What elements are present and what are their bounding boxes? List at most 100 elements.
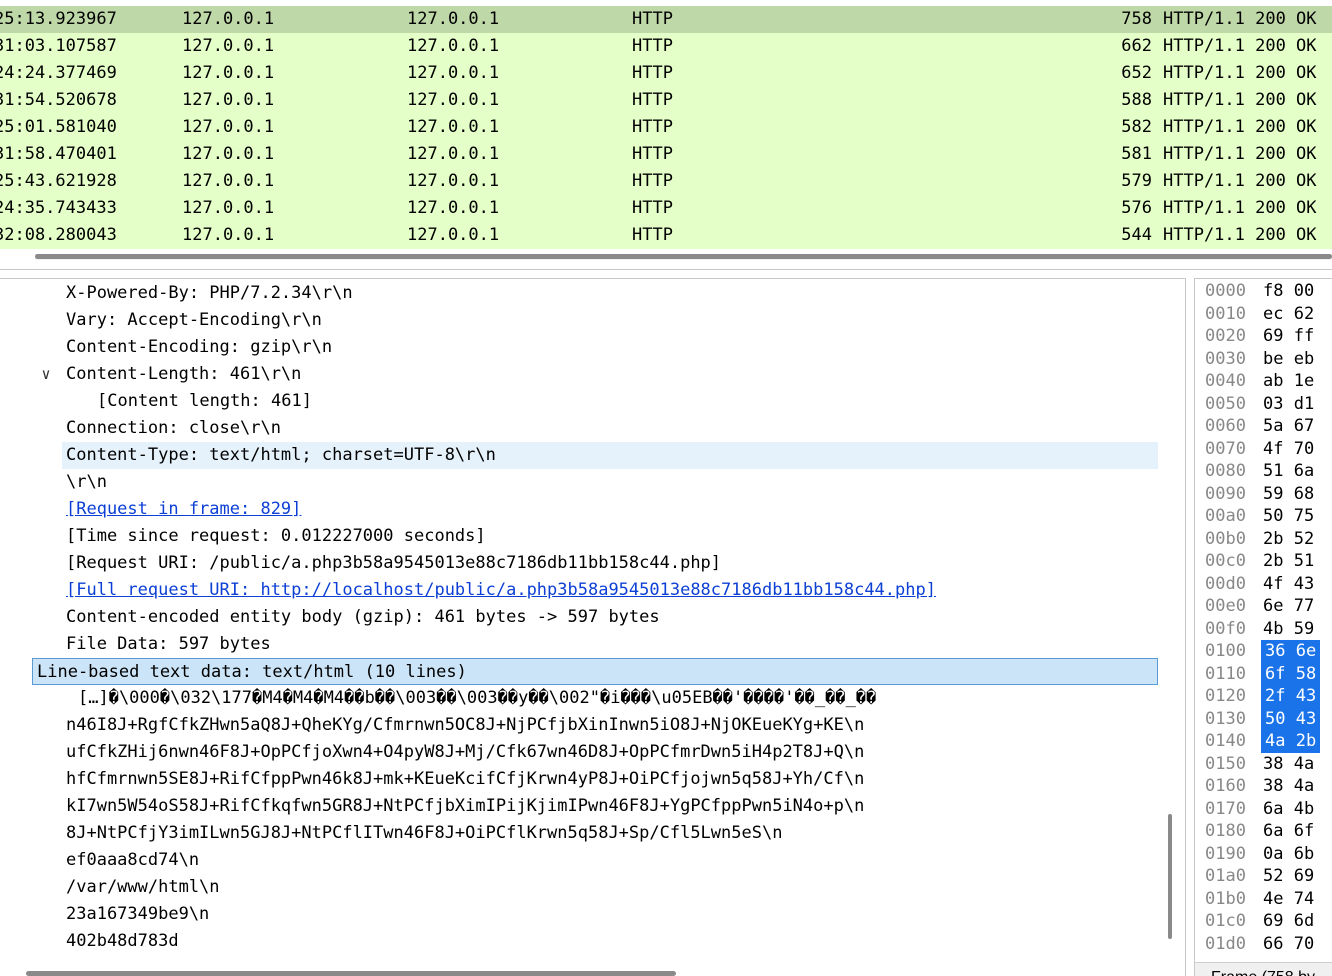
hex-row[interactable]: 0110 6f 58 [1195, 662, 1332, 685]
hex-row[interactable]: 00e0 6e 77 [1195, 595, 1332, 618]
hex-bytes[interactable]: 4a 2b [1261, 730, 1321, 753]
hex-bytes[interactable]: 51 6a [1263, 460, 1314, 483]
packet-row[interactable]: 25:01.581040 127.0.0.1 127.0.0.1 HTTP 582 HTT… [0, 114, 1332, 141]
packet-list-horizontal-scrollbar[interactable] [35, 254, 1332, 260]
tree-item[interactable]: File Data: 597 bytes [0, 631, 1160, 658]
hex-row[interactable]: 00f0 4b 59 [1195, 618, 1332, 641]
hex-bytes[interactable]: be eb [1263, 348, 1314, 371]
hex-row[interactable]: 01d0 66 70 [1195, 933, 1332, 956]
tree-item[interactable]: /var/www/html\n [0, 874, 1160, 901]
details-horizontal-scroll-thumb[interactable] [26, 971, 676, 976]
hex-bytes[interactable]: 4f 70 [1263, 438, 1314, 461]
hex-row[interactable]: 0060 5a 67 [1195, 415, 1332, 438]
tree-item[interactable]: ef0aaa8cd74\n [0, 847, 1160, 874]
packet-row[interactable]: 31:58.470401 127.0.0.1 127.0.0.1 HTTP 581 HTT… [0, 141, 1332, 168]
tree-item[interactable]: Content-Type: text/html; charset=UTF-8\r… [62, 442, 1158, 469]
hex-bytes[interactable]: 50 43 [1261, 707, 1321, 730]
hex-row[interactable]: 0020 69 ff [1195, 325, 1332, 348]
packet-list-scroll-thumb[interactable] [35, 254, 1332, 259]
hex-row[interactable]: 0030 be eb [1195, 348, 1332, 371]
hex-bytes[interactable]: f8 00 [1263, 280, 1314, 303]
tree-item[interactable]: n46I8J+RgfCfkZHwn5aQ8J+QheKYg/Cfmrnwn5OC… [0, 712, 1160, 739]
tree-item-link[interactable]: [Request in frame: 829] [66, 496, 301, 523]
packet-row[interactable]: 24:24.377469 127.0.0.1 127.0.0.1 HTTP 652 HTT… [0, 60, 1332, 87]
hex-row[interactable]: 01a0 52 69 [1195, 865, 1332, 888]
hex-row[interactable]: 0120 2f 43 [1195, 685, 1332, 708]
hex-bytes[interactable]: 66 70 [1263, 933, 1314, 956]
hex-row[interactable]: 0080 51 6a [1195, 460, 1332, 483]
hex-row[interactable]: 0050 03 d1 [1195, 393, 1332, 416]
bytes-tab-frame[interactable]: Frame (758 by [1195, 962, 1332, 976]
hex-row[interactable]: 0100 36 6e [1195, 640, 1332, 663]
tree-item[interactable]: ∨ Content-Length: 461\r\n [0, 361, 1160, 388]
tree-item[interactable]: hfCfmrnwn5SE8J+RifCfppPwn46k8J+mk+KEueKc… [0, 766, 1160, 793]
tree-item[interactable]: [Time since request: 0.012227000 seconds… [0, 523, 1160, 550]
hex-bytes[interactable]: 36 6e [1261, 640, 1321, 663]
packet-bytes-pane[interactable]: 0000 f8 00 0010 ec 62 0020 69 ff 0030 be eb 0040… [1194, 278, 1332, 976]
hex-bytes[interactable]: 4f 43 [1263, 573, 1314, 596]
hex-bytes[interactable]: 38 4a [1263, 753, 1314, 776]
hex-row[interactable]: 00c0 2b 51 [1195, 550, 1332, 573]
tree-item[interactable]: [Request URI: /public/a.php3b58a9545013e… [0, 550, 1160, 577]
hex-bytes[interactable]: 4e 74 [1263, 888, 1314, 911]
tree-item[interactable]: \r\n [0, 469, 1160, 496]
hex-row[interactable]: 0000 f8 00 [1195, 280, 1332, 303]
packet-row[interactable]: 31:03.107587 127.0.0.1 127.0.0.1 HTTP 662 HTT… [0, 33, 1332, 60]
tree-item[interactable]: [Full request URI: http://localhost/publ… [0, 577, 1160, 604]
tree-item-link[interactable]: [Full request URI: http://localhost/publ… [66, 577, 936, 604]
tree-item[interactable]: Content-Encoding: gzip\r\n [0, 334, 1160, 361]
tree-item[interactable]: Content-encoded entity body (gzip): 461 … [0, 604, 1160, 631]
tree-item[interactable]: Connection: close\r\n [0, 415, 1160, 442]
hex-row[interactable]: 0170 6a 4b [1195, 798, 1332, 821]
tree-item[interactable]: [Request in frame: 829] [0, 496, 1160, 523]
tree-item[interactable]: [Content length: 461] [0, 388, 1160, 415]
hex-row[interactable]: 0090 59 68 [1195, 483, 1332, 506]
details-vertical-scrollbar[interactable] [1168, 279, 1174, 976]
hex-row[interactable]: 01b0 4e 74 [1195, 888, 1332, 911]
packet-row[interactable]: 25:13.923967 127.0.0.1 127.0.0.1 HTTP 758 HTT… [0, 6, 1332, 33]
tree-item[interactable]: ∨Line-based text data: text/html (10 lin… [32, 658, 1158, 685]
hex-bytes[interactable]: ab 1e [1263, 370, 1314, 393]
hex-bytes[interactable]: 69 6d [1263, 910, 1314, 933]
packet-list-pane[interactable]: 25:13.923967 127.0.0.1 127.0.0.1 HTTP 758 HTT… [0, 0, 1332, 270]
hex-row[interactable]: 0150 38 4a [1195, 753, 1332, 776]
hex-row[interactable]: 00d0 4f 43 [1195, 573, 1332, 596]
hex-bytes[interactable]: 50 75 [1263, 505, 1314, 528]
hex-row[interactable]: 00a0 50 75 [1195, 505, 1332, 528]
hex-bytes[interactable]: 38 4a [1263, 775, 1314, 798]
tree-item[interactable]: X-Powered-By: PHP/7.2.34\r\n [0, 280, 1160, 307]
hex-bytes[interactable]: 03 d1 [1263, 393, 1314, 416]
packet-details-pane[interactable]: X-Powered-By: PHP/7.2.34\r\n Vary: Accept… [0, 278, 1186, 976]
hex-bytes[interactable]: 6a 4b [1263, 798, 1314, 821]
hex-bytes[interactable]: 5a 67 [1263, 415, 1314, 438]
tree-item[interactable]: kI7wn5W54oS58J+RifCfkqfwn5GR8J+NtPCfjbXi… [0, 793, 1160, 820]
packet-row[interactable]: 24:35.743433 127.0.0.1 127.0.0.1 HTTP 576 HTT… [0, 195, 1332, 222]
chevron-down-icon[interactable]: ∨ [36, 361, 56, 388]
hex-row[interactable]: 0190 0a 6b [1195, 843, 1332, 866]
hex-bytes[interactable]: 0a 6b [1263, 843, 1314, 866]
hex-bytes[interactable]: 69 ff [1263, 325, 1314, 348]
hex-bytes[interactable]: 2f 43 [1261, 685, 1321, 708]
tree-item[interactable]: ufCfkZHij6nwn46F8J+OpPCfjoXwn4+O4pyW8J+M… [0, 739, 1160, 766]
hex-row[interactable]: 0160 38 4a [1195, 775, 1332, 798]
hex-bytes[interactable]: 4b 59 [1263, 618, 1314, 641]
hex-row[interactable]: 0140 4a 2b [1195, 730, 1332, 753]
hex-bytes[interactable]: 6a 6f [1263, 820, 1314, 843]
hex-row[interactable]: 0010 ec 62 [1195, 303, 1332, 326]
packet-row[interactable]: 25:43.621928 127.0.0.1 127.0.0.1 HTTP 579 HTT… [0, 168, 1332, 195]
hex-row[interactable]: 0130 50 43 [1195, 707, 1332, 730]
packet-row[interactable]: 31:54.520678 127.0.0.1 127.0.0.1 HTTP 588 HTT… [0, 87, 1332, 114]
hex-bytes[interactable]: 52 69 [1263, 865, 1314, 888]
tree-item[interactable]: 23a167349be9\n [0, 901, 1160, 928]
hex-bytes[interactable]: ec 62 [1263, 303, 1314, 326]
hex-row[interactable]: 01c0 69 6d [1195, 910, 1332, 933]
tree-item[interactable]: 8J+NtPCfjY3imILwn5GJ8J+NtPCflITwn46F8J+O… [0, 820, 1160, 847]
hex-row[interactable]: 00b0 2b 52 [1195, 528, 1332, 551]
hex-row[interactable]: 0070 4f 70 [1195, 438, 1332, 461]
hex-bytes[interactable]: 6f 58 [1261, 662, 1321, 685]
tree-item[interactable]: 402b48d783d [0, 928, 1160, 955]
tree-item[interactable]: […]�\000�\032\177�M4�M4�M4��b��\003��\00… [0, 685, 1160, 712]
tree-item[interactable]: Vary: Accept-Encoding\r\n [0, 307, 1160, 334]
hex-row[interactable]: 0040 ab 1e [1195, 370, 1332, 393]
hex-bytes[interactable]: 6e 77 [1263, 595, 1314, 618]
